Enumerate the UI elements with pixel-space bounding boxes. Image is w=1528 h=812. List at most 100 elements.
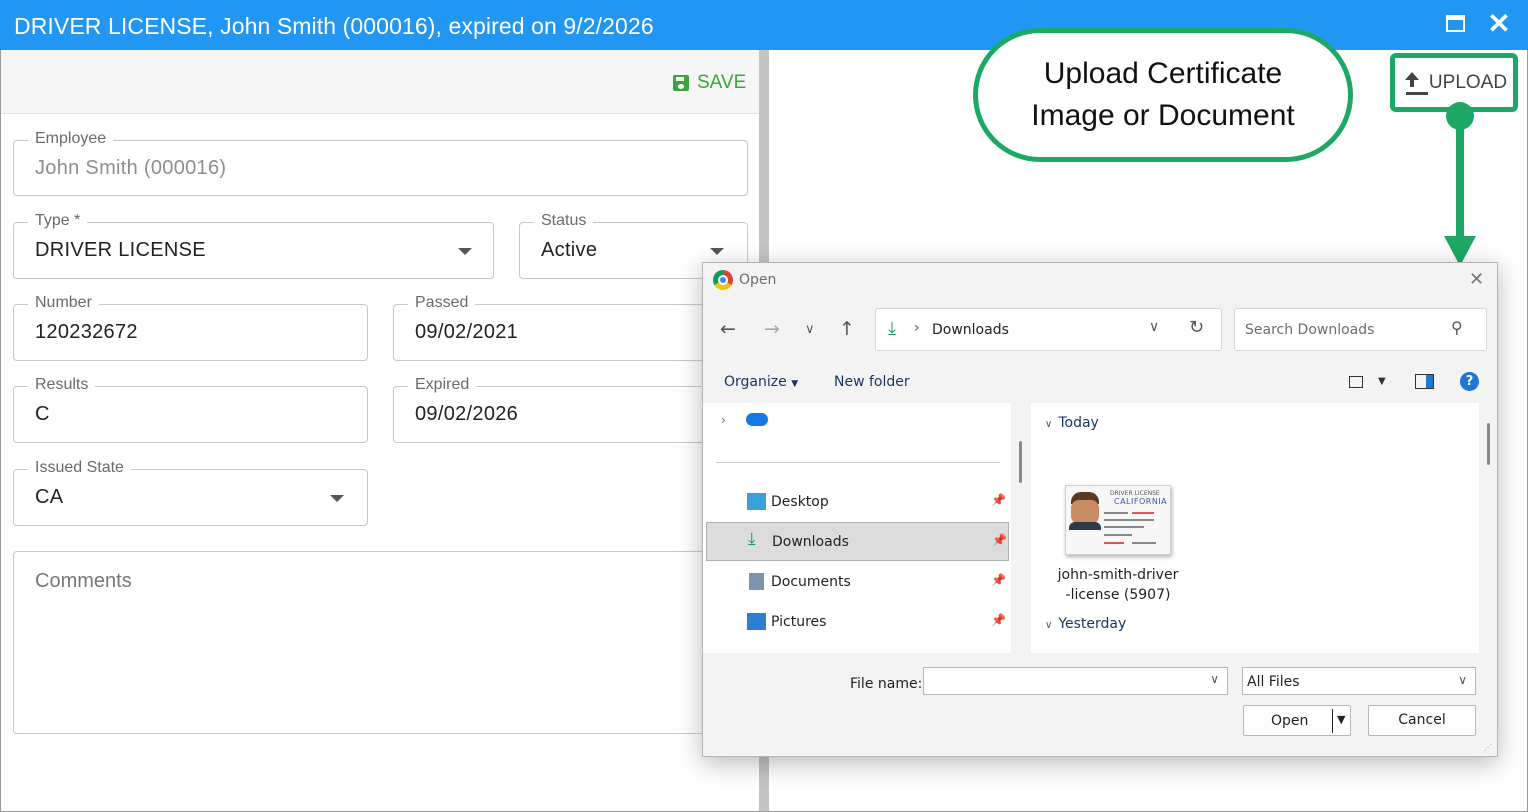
thumb-line	[1104, 512, 1128, 514]
passed-label: Passed	[408, 293, 476, 313]
file-name-field-label: File name:	[850, 676, 923, 692]
nav-item-label: Downloads	[772, 534, 849, 550]
onedrive-cloud-icon[interactable]	[746, 413, 768, 426]
chevron-down-icon[interactable]: ∨	[1149, 319, 1159, 335]
close-icon[interactable]: ✕	[1469, 269, 1484, 290]
dialog-title: Open	[739, 272, 777, 288]
issued-state-value: CA	[35, 486, 64, 508]
nav-item-desktop[interactable]: Desktop 📌	[706, 483, 1009, 522]
passed-value: 09/02/2021	[415, 321, 519, 343]
organize-menu[interactable]: Organize ▼	[724, 374, 798, 390]
thumb-line	[1132, 512, 1154, 514]
status-label: Status	[534, 211, 594, 231]
forward-arrow-icon[interactable]: →	[764, 318, 780, 340]
thumb-line	[1104, 534, 1132, 536]
file-thumbnail[interactable]: DRIVER LICENSE CALIFORNIA	[1065, 485, 1171, 555]
chevron-down-icon	[710, 248, 724, 255]
save-icon	[673, 75, 689, 91]
issued-state-select[interactable]: Issued State CA	[13, 458, 368, 526]
chevron-down-icon	[330, 495, 344, 502]
upload-icon	[1401, 71, 1423, 94]
help-icon[interactable]: ?	[1460, 372, 1479, 391]
chevron-down-icon[interactable]: ∨	[805, 322, 815, 337]
callout-line-2: Image or Document	[1031, 99, 1295, 132]
pin-icon: 📌	[991, 613, 1006, 627]
file-name-label[interactable]: john-smith-driver -license (5907)	[1055, 565, 1181, 605]
employee-field[interactable]: Employee John Smith (000016)	[13, 129, 748, 196]
number-value: 120232672	[35, 321, 138, 343]
chevron-down-icon	[458, 248, 472, 255]
upload-button-label: UPLOAD	[1428, 71, 1508, 93]
nav-item-pictures[interactable]: Pictures 📌	[706, 603, 1009, 642]
maximize-icon[interactable]	[1446, 15, 1465, 32]
chevron-down-icon: ∨	[1045, 419, 1053, 430]
group-header-yesterday[interactable]: ∨ Yesterday	[1045, 616, 1126, 632]
chrome-icon	[713, 270, 733, 290]
number-field[interactable]: Number 120232672	[13, 293, 368, 361]
save-button-label: SAVE	[697, 72, 747, 93]
file-open-dialog: Open ✕ ← → ∨ ↑ ⤓ › Downloads ∨ ↻ Search …	[702, 262, 1498, 757]
type-value: DRIVER LICENSE	[35, 239, 206, 261]
caret-down-icon[interactable]: ▼	[1337, 713, 1345, 726]
file-scrollbar-thumb[interactable]	[1487, 423, 1490, 465]
file-name-line-1: john-smith-driver	[1057, 567, 1179, 583]
chevron-down-icon: ∨	[1458, 673, 1467, 687]
file-name-line-2: -license (5907)	[1065, 587, 1171, 603]
thumb-line	[1132, 542, 1156, 544]
cancel-button[interactable]: Cancel	[1368, 705, 1476, 736]
group-header-today[interactable]: ∨ Today	[1045, 415, 1099, 431]
pin-icon: 📌	[991, 493, 1006, 507]
thumb-line	[1104, 542, 1124, 544]
new-folder-button[interactable]: New folder	[834, 374, 910, 390]
refresh-icon[interactable]: ↻	[1189, 317, 1204, 338]
address-path: Downloads	[932, 322, 1009, 338]
thumb-line	[1104, 526, 1144, 528]
nav-scrollbar-thumb[interactable]	[1019, 441, 1022, 483]
back-arrow-icon[interactable]: ←	[720, 318, 736, 340]
caret-down-icon: ▼	[791, 379, 799, 389]
callout-arrow-dot	[1446, 102, 1474, 130]
license-photo-shirt	[1069, 522, 1101, 530]
passed-date-field[interactable]: Passed 09/02/2021	[393, 293, 748, 361]
up-arrow-icon[interactable]: ↑	[839, 318, 855, 340]
nav-item-label: Pictures	[771, 614, 827, 630]
dialog-footer: File name: ∨ All Files ∨ Open ▼ Cancel	[703, 653, 1497, 756]
nav-item-documents[interactable]: Documents 📌	[706, 563, 1009, 602]
open-button[interactable]: Open ▼	[1243, 705, 1351, 736]
comments-textarea[interactable]: Comments	[13, 551, 748, 734]
chevron-down-icon[interactable]: ∨	[1210, 672, 1219, 686]
expired-date-field[interactable]: Expired 09/02/2026	[393, 375, 748, 443]
status-value: Active	[541, 239, 598, 261]
window-title: DRIVER LICENSE, John Smith (000016), exp…	[14, 13, 654, 39]
close-icon[interactable]: ✕	[1486, 10, 1512, 38]
upload-callout: Upload Certificate Image or Document	[973, 28, 1353, 162]
search-icon: ⚲	[1451, 318, 1463, 337]
file-name-input[interactable]: ∨	[923, 667, 1228, 695]
address-bar[interactable]: ⤓ › Downloads ∨ ↻	[875, 308, 1222, 351]
file-type-select[interactable]: All Files ∨	[1242, 667, 1476, 695]
employee-label: Employee	[28, 129, 114, 149]
save-button[interactable]: SAVE	[673, 72, 746, 94]
pictures-icon	[747, 613, 766, 630]
desktop-icon	[747, 493, 766, 510]
resize-grip-icon[interactable]: ⋰	[1484, 743, 1492, 752]
search-input[interactable]: Search Downloads ⚲	[1234, 308, 1487, 351]
preview-pane-icon[interactable]	[1415, 374, 1434, 389]
chevron-right-icon[interactable]: ›	[721, 413, 726, 427]
issued-state-label: Issued State	[28, 458, 131, 478]
open-button-label: Open	[1271, 713, 1309, 729]
nav-item-label: Documents	[771, 574, 851, 590]
nav-item-downloads[interactable]: ⤓ Downloads 📌	[706, 522, 1009, 561]
type-select[interactable]: Type * DRIVER LICENSE	[13, 211, 494, 279]
callout-arrow-line	[1456, 118, 1464, 240]
file-type-value: All Files	[1247, 674, 1300, 690]
search-placeholder: Search Downloads	[1245, 322, 1375, 338]
type-label: Type *	[28, 211, 88, 231]
thumb-header-text: DRIVER LICENSE	[1110, 490, 1160, 497]
document-icon	[749, 573, 764, 590]
employee-value: John Smith (000016)	[35, 157, 227, 179]
results-field[interactable]: Results C	[13, 375, 368, 443]
pin-icon: 📌	[991, 573, 1006, 587]
caret-down-icon[interactable]: ▼	[1378, 376, 1386, 387]
view-mode-icon[interactable]	[1349, 376, 1363, 388]
